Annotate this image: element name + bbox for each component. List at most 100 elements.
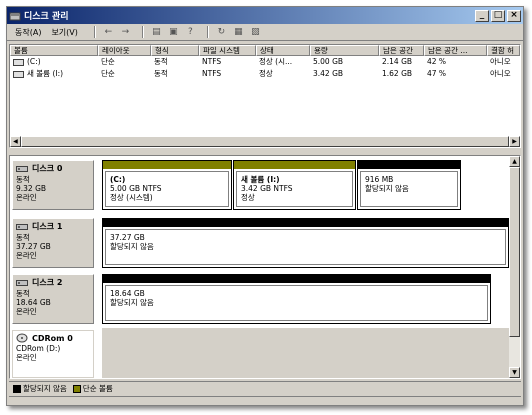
disk-name-row: 디스크 2	[16, 277, 90, 288]
disk-name: 디스크 2	[32, 278, 63, 287]
unallocated-bar	[103, 219, 508, 227]
disk-label[interactable]: 디스크 0 동적 9.32 GB 온라인	[12, 160, 94, 210]
legend-simple-volume: 단순 볼륨	[82, 384, 113, 393]
disk-label[interactable]: 디스크 2 동적 18.64 GB 온라인	[12, 274, 94, 324]
disk-name: 디스크 0	[32, 164, 63, 173]
scroll-thumb[interactable]	[509, 167, 520, 337]
forward-arrow-icon[interactable]: →	[119, 26, 132, 38]
back-arrow-icon[interactable]: ←	[102, 26, 115, 38]
col-free-space[interactable]: 남은 공간	[379, 45, 424, 56]
table-row[interactable]: (C:) 단순 동적 NTFS 정상 (시... 5.00 GB 2.14 GB…	[10, 56, 520, 68]
disk-status: 온라인	[16, 353, 37, 362]
capacity-cell: 5.00 GB	[313, 57, 344, 66]
partition-body: 37.27 GB 할당되지 않음	[105, 229, 506, 265]
partition-name: (C:)	[110, 175, 126, 184]
refresh-icon[interactable]: ↻	[215, 26, 228, 38]
fault-tolerance-cell: 아니오	[490, 69, 511, 78]
partition-size: 916 MB	[365, 175, 394, 184]
table-row[interactable]: 새 볼륨 (I:) 단순 동적 NTFS 정상 3.42 GB 1.62 GB …	[10, 68, 520, 80]
rescan-icon[interactable]: ▧	[249, 26, 262, 38]
toolbar-separator	[206, 26, 209, 38]
cdrom-label[interactable]: CDRom 0 CDRom (D:) 온라인	[12, 330, 94, 378]
menu-action[interactable]: 동작(A)	[15, 27, 41, 38]
partition-area: 18.64 GB 할당되지 않음	[102, 274, 491, 324]
partition-area: 37.27 GB 할당되지 않음	[102, 218, 509, 268]
disk-row: 디스크 2 동적 18.64 GB 온라인 18.64 GB 할당되지 않음	[10, 272, 509, 326]
col-volume[interactable]: 볼륨	[10, 45, 98, 56]
volume-cell: 새 볼륨 (I:)	[10, 68, 98, 80]
partition-area: (C:) 5.00 GB NTFS 정상 (시스템) 새 볼륨 (I:) 3.4…	[102, 160, 509, 210]
partition-c[interactable]: (C:) 5.00 GB NTFS 정상 (시스템)	[102, 160, 232, 210]
disk-type: CDRom (D:)	[16, 344, 61, 353]
status-cell: 정상	[259, 69, 273, 78]
partition-size: 18.64 GB	[110, 289, 145, 298]
unallocated-bar	[103, 275, 490, 283]
free-percent-cell: 42 %	[427, 57, 447, 66]
window-title: 디스크 관리	[24, 12, 69, 22]
disk-type: 동적	[16, 233, 30, 242]
partition-i[interactable]: 새 볼륨 (I:) 3.42 GB NTFS 정상	[233, 160, 356, 210]
disk-row: 디스크 0 동적 9.32 GB 온라인 (C:) 5.00 GB NTFS 정…	[10, 158, 509, 212]
disk-row: 디스크 1 동적 37.27 GB 온라인 37.27 GB 할당되지 않음	[10, 216, 509, 270]
folder-icon[interactable]: ▤	[150, 26, 163, 38]
volume-name: 새 볼륨 (I:)	[27, 69, 64, 78]
close-button[interactable]: ×	[507, 9, 521, 22]
col-status[interactable]: 상태	[256, 45, 310, 56]
partition-status: 정상 (시스템)	[110, 193, 153, 202]
scroll-down-button[interactable]: ▼	[509, 367, 520, 378]
disk-row: CDRom 0 CDRom (D:) 온라인	[10, 328, 509, 378]
disk-name-row: 디스크 0	[16, 163, 90, 174]
simple-volume-bar	[234, 161, 355, 169]
layout-cell: 단순	[101, 57, 115, 66]
unallocated-swatch	[13, 384, 21, 393]
scroll-right-button[interactable]: ▶	[509, 136, 520, 147]
unallocated-space[interactable]: 18.64 GB 할당되지 않음	[102, 274, 491, 324]
settings-icon[interactable]: ▦	[232, 26, 245, 38]
minimize-button[interactable]: _	[475, 9, 489, 22]
toolbar-separator	[93, 26, 96, 38]
unallocated-bar	[358, 161, 460, 169]
scroll-up-button[interactable]: ▲	[509, 156, 520, 167]
col-layout[interactable]: 레이아웃	[98, 45, 151, 56]
partition-body: (C:) 5.00 GB NTFS 정상 (시스템)	[105, 171, 229, 207]
partition-status: 할당되지 않음	[110, 298, 154, 307]
simple-volume-swatch	[72, 384, 81, 393]
disk-graphical-view: 디스크 0 동적 9.32 GB 온라인 (C:) 5.00 GB NTFS 정…	[9, 155, 521, 379]
disk-status: 온라인	[16, 193, 37, 202]
disk-label[interactable]: 디스크 1 동적 37.27 GB 온라인	[12, 218, 94, 268]
disk-icon	[16, 165, 28, 172]
col-filesystem[interactable]: 파일 시스템	[199, 45, 256, 56]
vertical-scrollbar[interactable]: ▲ ▼	[509, 156, 520, 378]
unallocated-space[interactable]: 916 MB 할당되지 않음	[357, 160, 461, 210]
disk-management-window: 디스크 관리 _ □ × 동작(A) 보기(V) ← → ▤ ▣ ? ↻ ▦ ▧…	[6, 6, 524, 406]
partition-status: 할당되지 않음	[365, 184, 409, 193]
volume-cell: (C:)	[10, 56, 98, 68]
col-free-percent[interactable]: 남은 공간 ...	[424, 45, 487, 56]
capacity-cell: 3.42 GB	[313, 69, 344, 78]
partition-status: 정상	[241, 193, 255, 202]
partition-status: 할당되지 않음	[110, 242, 154, 251]
scroll-left-button[interactable]: ◀	[10, 136, 21, 147]
partition-size: 37.27 GB	[110, 233, 145, 242]
col-type[interactable]: 형식	[151, 45, 199, 56]
disk-size: 37.27 GB	[16, 242, 51, 251]
disk-name: 디스크 1	[32, 222, 63, 231]
drive-icon	[13, 58, 24, 66]
partition-name: 새 볼륨 (I:)	[241, 175, 280, 184]
col-capacity[interactable]: 용량	[310, 45, 379, 56]
scroll-thumb[interactable]	[20, 136, 510, 147]
col-fault-tolerance[interactable]: 결함 허	[487, 45, 520, 56]
help-icon[interactable]: ?	[184, 26, 197, 38]
maximize-button[interactable]: □	[491, 9, 505, 22]
properties-icon[interactable]: ▣	[167, 26, 180, 38]
horizontal-scrollbar[interactable]: ◀ ▶	[10, 136, 520, 147]
partition-body: 916 MB 할당되지 않음	[360, 171, 458, 207]
layout-cell: 단순	[101, 69, 115, 78]
free-space-cell: 1.62 GB	[382, 69, 413, 78]
unallocated-space[interactable]: 37.27 GB 할당되지 않음	[102, 218, 509, 268]
status-cell: 정상 (시...	[259, 57, 293, 66]
disk-type: 동적	[16, 175, 30, 184]
disk-size: 18.64 GB	[16, 298, 51, 307]
menu-view[interactable]: 보기(V)	[51, 27, 77, 38]
disk-icon	[16, 279, 28, 286]
